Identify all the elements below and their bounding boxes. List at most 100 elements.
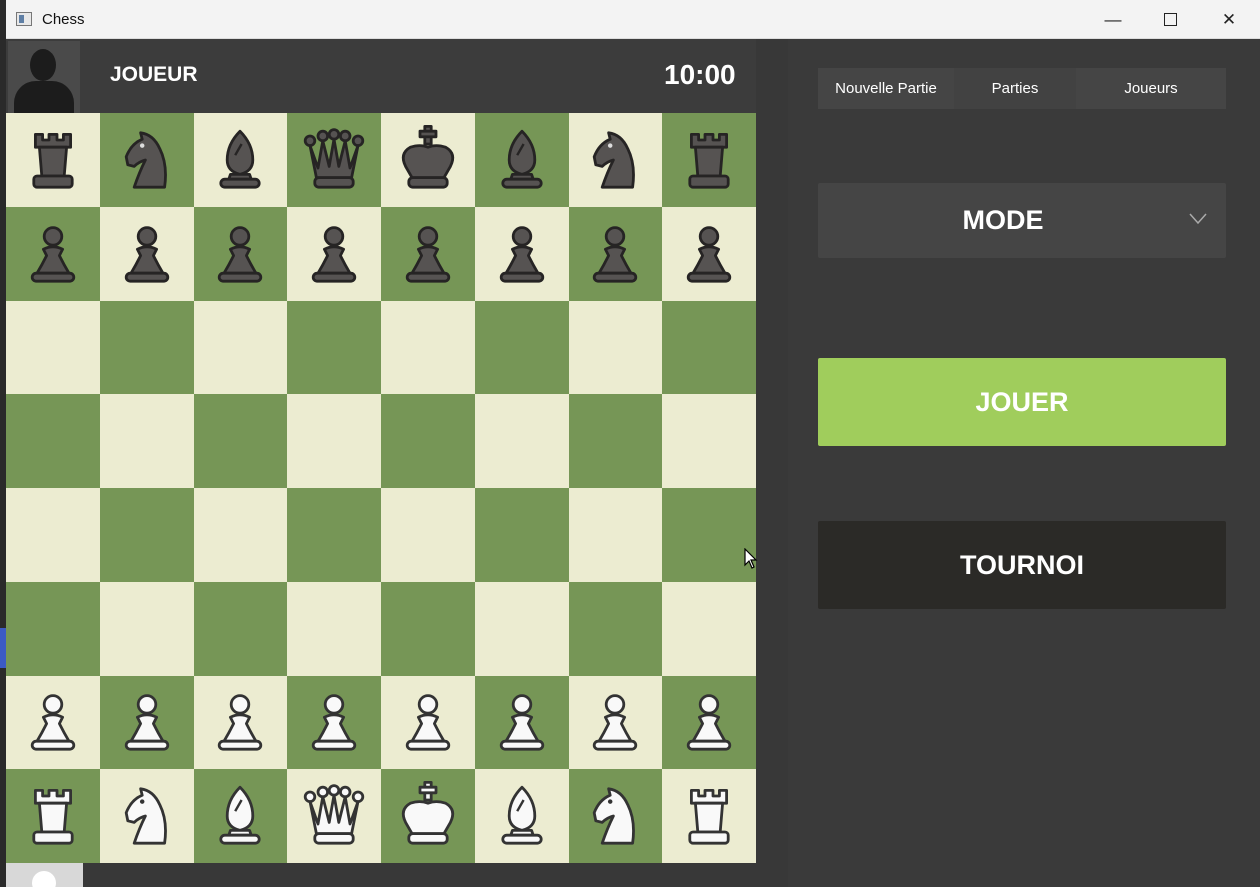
- white-bishop-icon[interactable]: [482, 776, 562, 856]
- black-pawn-icon[interactable]: [294, 214, 374, 294]
- minimize-button[interactable]: —: [1084, 0, 1142, 39]
- square-a6[interactable]: [6, 300, 100, 395]
- white-pawn-icon[interactable]: [482, 682, 562, 762]
- square-b6[interactable]: [99, 300, 194, 395]
- tab-parties[interactable]: Parties: [954, 68, 1076, 109]
- square-d7[interactable]: [287, 206, 381, 301]
- square-f1[interactable]: [474, 769, 569, 863]
- tab-joueurs[interactable]: Joueurs: [1076, 68, 1226, 109]
- square-f3[interactable]: [474, 581, 569, 676]
- square-c7[interactable]: [193, 206, 288, 301]
- black-rook-icon[interactable]: [669, 120, 749, 200]
- square-e6[interactable]: [381, 300, 475, 395]
- square-g5[interactable]: [568, 394, 663, 488]
- black-queen-icon[interactable]: [294, 120, 374, 200]
- square-g6[interactable]: [568, 300, 663, 395]
- square-f7[interactable]: [474, 206, 569, 301]
- square-f4[interactable]: [474, 488, 569, 582]
- square-b4[interactable]: [99, 488, 194, 582]
- square-h6[interactable]: [662, 300, 756, 395]
- chess-board[interactable]: [6, 113, 756, 863]
- square-a1[interactable]: [6, 769, 100, 863]
- square-a2[interactable]: [6, 675, 100, 770]
- black-pawn-icon[interactable]: [575, 214, 655, 294]
- play-button[interactable]: JOUER: [818, 358, 1226, 446]
- square-e5[interactable]: [381, 394, 475, 488]
- square-h5[interactable]: [662, 394, 756, 488]
- square-a7[interactable]: [6, 206, 100, 301]
- square-d8[interactable]: [287, 113, 381, 207]
- white-knight-icon[interactable]: [107, 776, 187, 856]
- black-pawn-icon[interactable]: [669, 214, 749, 294]
- white-knight-icon[interactable]: [575, 776, 655, 856]
- square-f6[interactable]: [474, 300, 569, 395]
- white-king-icon[interactable]: [388, 776, 468, 856]
- square-e3[interactable]: [381, 581, 475, 676]
- black-pawn-icon[interactable]: [388, 214, 468, 294]
- white-pawn-icon[interactable]: [107, 682, 187, 762]
- white-pawn-icon[interactable]: [388, 682, 468, 762]
- square-e7[interactable]: [381, 206, 475, 301]
- square-g4[interactable]: [568, 488, 663, 582]
- square-a4[interactable]: [6, 488, 100, 582]
- square-b7[interactable]: [99, 206, 194, 301]
- white-pawn-icon[interactable]: [200, 682, 280, 762]
- square-b1[interactable]: [99, 769, 194, 863]
- black-pawn-icon[interactable]: [107, 214, 187, 294]
- square-d3[interactable]: [287, 581, 381, 676]
- square-h1[interactable]: [662, 769, 756, 863]
- mode-dropdown[interactable]: MODE: [818, 183, 1226, 258]
- white-queen-icon[interactable]: [294, 776, 374, 856]
- square-g1[interactable]: [568, 769, 663, 863]
- square-g7[interactable]: [568, 206, 663, 301]
- square-a5[interactable]: [6, 394, 100, 488]
- square-b3[interactable]: [99, 581, 194, 676]
- square-d1[interactable]: [287, 769, 381, 863]
- square-h2[interactable]: [662, 675, 756, 770]
- square-e1[interactable]: [381, 769, 475, 863]
- square-c2[interactable]: [193, 675, 288, 770]
- square-h3[interactable]: [662, 581, 756, 676]
- square-b2[interactable]: [99, 675, 194, 770]
- black-bishop-icon[interactable]: [200, 120, 280, 200]
- white-rook-icon[interactable]: [13, 776, 93, 856]
- white-pawn-icon[interactable]: [13, 682, 93, 762]
- square-b5[interactable]: [99, 394, 194, 488]
- tab-nouvelle-partie[interactable]: Nouvelle Partie: [818, 68, 954, 109]
- square-c4[interactable]: [193, 488, 288, 582]
- white-rook-icon[interactable]: [669, 776, 749, 856]
- square-c3[interactable]: [193, 581, 288, 676]
- white-pawn-icon[interactable]: [669, 682, 749, 762]
- square-g2[interactable]: [568, 675, 663, 770]
- black-king-icon[interactable]: [388, 120, 468, 200]
- square-c5[interactable]: [193, 394, 288, 488]
- square-c1[interactable]: [193, 769, 288, 863]
- square-e4[interactable]: [381, 488, 475, 582]
- close-button[interactable]: ✕: [1200, 0, 1258, 39]
- square-g3[interactable]: [568, 581, 663, 676]
- square-g8[interactable]: [568, 113, 663, 207]
- square-d5[interactable]: [287, 394, 381, 488]
- black-rook-icon[interactable]: [13, 120, 93, 200]
- white-bishop-icon[interactable]: [200, 776, 280, 856]
- square-a8[interactable]: [6, 113, 100, 207]
- square-e8[interactable]: [381, 113, 475, 207]
- square-d2[interactable]: [287, 675, 381, 770]
- square-a3[interactable]: [6, 581, 100, 676]
- square-h4[interactable]: [662, 488, 756, 582]
- square-e2[interactable]: [381, 675, 475, 770]
- black-knight-icon[interactable]: [107, 120, 187, 200]
- tournament-button[interactable]: TOURNOI: [818, 521, 1226, 609]
- black-pawn-icon[interactable]: [13, 214, 93, 294]
- square-f2[interactable]: [474, 675, 569, 770]
- square-h8[interactable]: [662, 113, 756, 207]
- square-d6[interactable]: [287, 300, 381, 395]
- square-f8[interactable]: [474, 113, 569, 207]
- black-bishop-icon[interactable]: [482, 120, 562, 200]
- white-pawn-icon[interactable]: [294, 682, 374, 762]
- square-c8[interactable]: [193, 113, 288, 207]
- square-f5[interactable]: [474, 394, 569, 488]
- maximize-button[interactable]: [1141, 0, 1199, 39]
- square-c6[interactable]: [193, 300, 288, 395]
- square-d4[interactable]: [287, 488, 381, 582]
